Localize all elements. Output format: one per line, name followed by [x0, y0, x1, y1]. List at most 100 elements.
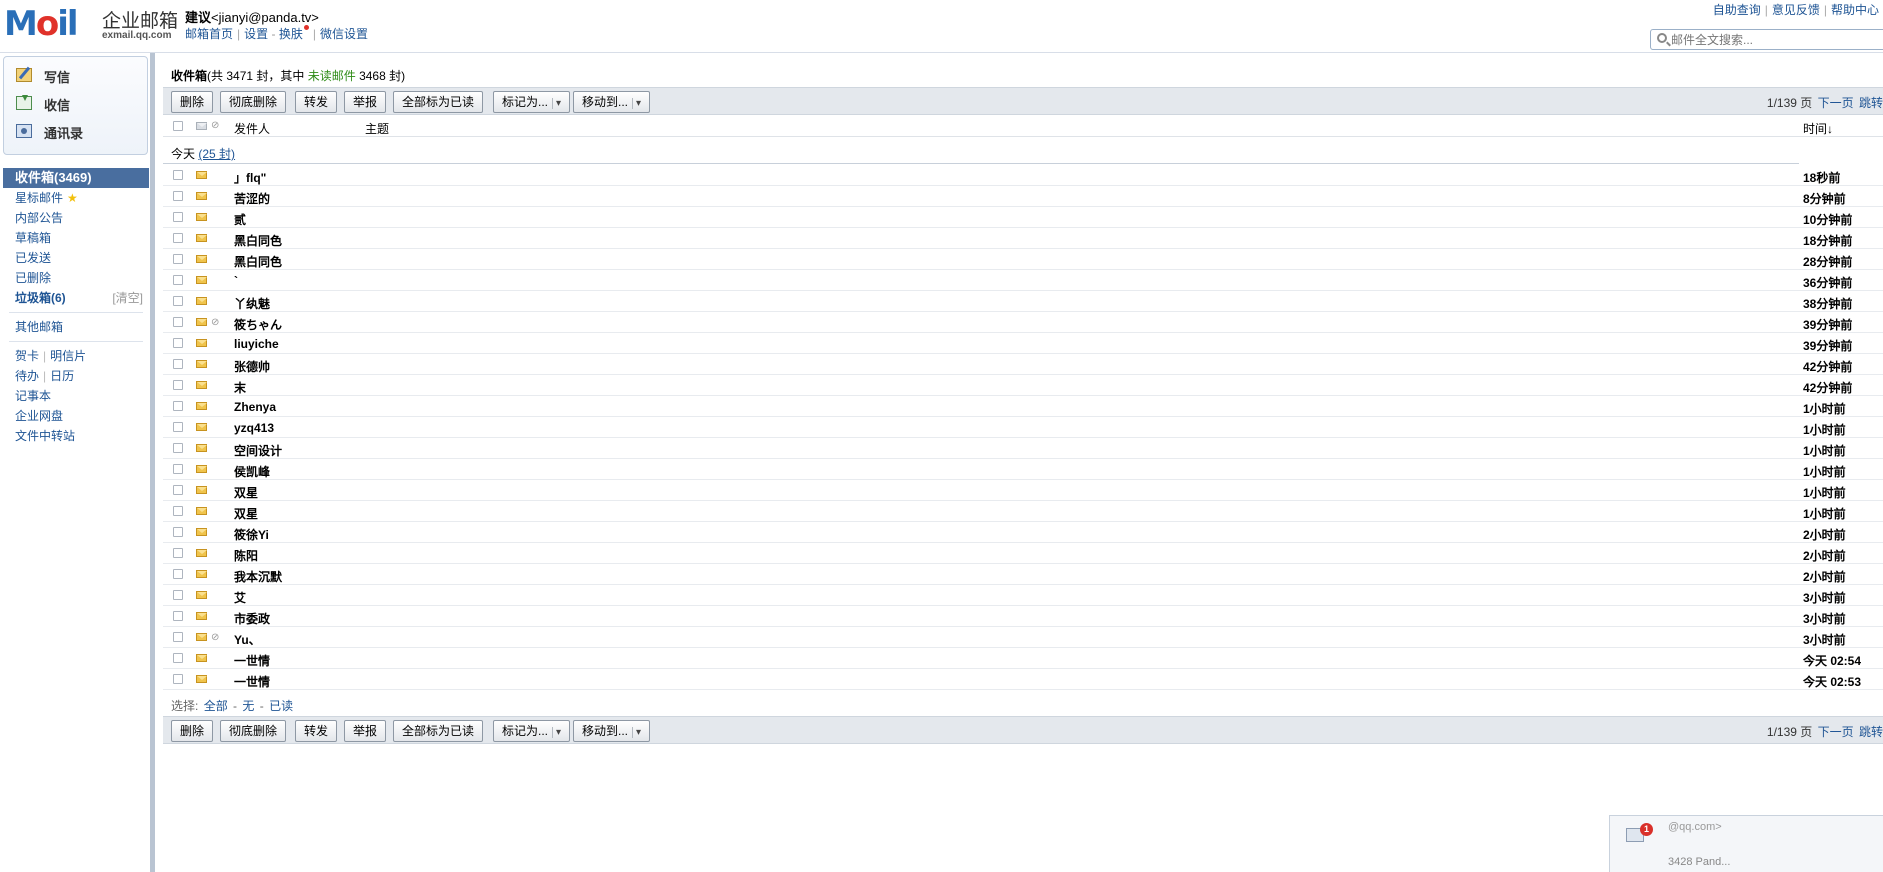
- table-row[interactable]: ⊘ Yu、 3小时前: [163, 627, 1883, 648]
- forward-button[interactable]: 转发: [295, 720, 338, 742]
- folder-other-mailbox[interactable]: 其他邮箱: [3, 317, 149, 337]
- row-checkbox[interactable]: [173, 317, 183, 327]
- row-sender[interactable]: 陈阳: [234, 547, 324, 564]
- table-row[interactable]: 一世情 今天 02:54: [163, 648, 1883, 669]
- row-checkbox[interactable]: [173, 632, 183, 642]
- row-sender[interactable]: 空间设计: [234, 442, 324, 459]
- delete-permanently-button[interactable]: 彻底删除: [220, 720, 287, 742]
- table-row[interactable]: Zhenya 1小时前: [163, 396, 1883, 417]
- table-row[interactable]: 我本沉默 2小时前: [163, 564, 1883, 585]
- delete-button[interactable]: 删除: [171, 91, 214, 113]
- link-postcard[interactable]: 明信片: [50, 349, 86, 363]
- link-wechat-settings[interactable]: 微信设置: [320, 27, 368, 41]
- table-row[interactable]: 双星 1小时前: [163, 480, 1883, 501]
- link-net-disk[interactable]: 企业网盘: [3, 406, 149, 426]
- row-checkbox[interactable]: [173, 674, 183, 684]
- row-sender[interactable]: 双星: [234, 505, 324, 522]
- link-file-transfer[interactable]: 文件中转站: [3, 426, 149, 446]
- link-settings[interactable]: 设置: [244, 27, 268, 41]
- next-page-link[interactable]: 下一页: [1818, 725, 1854, 739]
- row-checkbox[interactable]: [173, 506, 183, 516]
- folder-starred[interactable]: 星标邮件 ★: [3, 188, 149, 208]
- table-row[interactable]: 苦涩的 8分钟前: [163, 186, 1883, 207]
- group-count-link[interactable]: (25 封): [198, 147, 235, 161]
- row-sender[interactable]: 张德帅: [234, 358, 324, 375]
- folder-notice[interactable]: 内部公告: [3, 208, 149, 228]
- row-checkbox[interactable]: [173, 611, 183, 621]
- junk-clear-link[interactable]: [清空]: [112, 288, 143, 308]
- search-box[interactable]: [1650, 29, 1883, 50]
- table-row[interactable]: 陈阳 2小时前: [163, 543, 1883, 564]
- row-sender[interactable]: 艾: [234, 589, 324, 606]
- row-sender[interactable]: 」flq": [234, 169, 324, 186]
- table-row[interactable]: 」flq" 18秒前: [163, 165, 1883, 186]
- row-checkbox[interactable]: [173, 275, 183, 285]
- table-row[interactable]: 张德帅 42分钟前: [163, 354, 1883, 375]
- row-sender[interactable]: 侯凯峰: [234, 463, 324, 480]
- compose-button[interactable]: 写信: [14, 65, 134, 87]
- read-status-header-icon[interactable]: [196, 122, 207, 130]
- row-sender[interactable]: Zhenya: [234, 400, 324, 414]
- row-checkbox[interactable]: [173, 422, 183, 432]
- jump-page-link[interactable]: 跳转: [1859, 96, 1883, 110]
- row-sender[interactable]: `: [234, 274, 324, 288]
- col-subject[interactable]: 主题: [365, 120, 389, 137]
- select-read-link[interactable]: 已读: [269, 699, 293, 713]
- link-help[interactable]: 帮助中心: [1831, 3, 1879, 17]
- move-to-dropdown[interactable]: 移动到...: [573, 91, 651, 113]
- table-row[interactable]: 一世情 今天 02:53: [163, 669, 1883, 690]
- delete-button[interactable]: 删除: [171, 720, 214, 742]
- select-all-link[interactable]: 全部: [204, 699, 228, 713]
- table-row[interactable]: 黑白同色 28分钟前: [163, 249, 1883, 270]
- table-row[interactable]: 黑白同色 18分钟前: [163, 228, 1883, 249]
- row-sender[interactable]: yzq413: [234, 421, 324, 435]
- table-row[interactable]: 末 42分钟前: [163, 375, 1883, 396]
- forward-button[interactable]: 转发: [295, 91, 338, 113]
- row-checkbox[interactable]: [173, 170, 183, 180]
- contacts-button[interactable]: 通讯录: [14, 121, 134, 143]
- row-sender[interactable]: 贰: [234, 211, 324, 228]
- row-sender[interactable]: 末: [234, 379, 324, 396]
- table-row[interactable]: yzq413 1小时前: [163, 417, 1883, 438]
- folder-deleted[interactable]: 已删除: [3, 268, 149, 288]
- table-row[interactable]: ⊘ 筱ちゃん 39分钟前: [163, 312, 1883, 333]
- row-sender[interactable]: 一世情: [234, 652, 324, 669]
- row-checkbox[interactable]: [173, 548, 183, 558]
- row-sender[interactable]: 黑白同色: [234, 253, 324, 270]
- row-checkbox[interactable]: [173, 527, 183, 537]
- select-all-checkbox[interactable]: [173, 121, 183, 131]
- row-sender[interactable]: 筱ちゃん: [234, 316, 324, 333]
- row-checkbox[interactable]: [173, 653, 183, 663]
- link-todo[interactable]: 待办: [15, 369, 39, 383]
- folder-inbox[interactable]: 收件箱(3469): [3, 168, 149, 188]
- row-sender[interactable]: 一世情: [234, 673, 324, 690]
- search-icon[interactable]: [1657, 33, 1667, 43]
- report-button[interactable]: 举报: [344, 91, 387, 113]
- row-sender[interactable]: 苦涩的: [234, 190, 324, 207]
- mark-all-read-button[interactable]: 全部标为已读: [393, 91, 484, 113]
- table-row[interactable]: 双星 1小时前: [163, 501, 1883, 522]
- link-mail-home[interactable]: 邮箱首页: [185, 27, 233, 41]
- delete-permanently-button[interactable]: 彻底删除: [220, 91, 287, 113]
- row-sender[interactable]: 双星: [234, 484, 324, 501]
- row-sender[interactable]: Yu、: [234, 631, 324, 648]
- link-feedback[interactable]: 意见反馈: [1772, 3, 1820, 17]
- next-page-link[interactable]: 下一页: [1818, 96, 1854, 110]
- table-row[interactable]: ` 36分钟前: [163, 270, 1883, 291]
- link-self-query[interactable]: 自助查询: [1713, 3, 1761, 17]
- table-row[interactable]: 市委政 3小时前: [163, 606, 1883, 627]
- link-greeting-card[interactable]: 贺卡: [15, 349, 39, 363]
- table-row[interactable]: 贰 10分钟前: [163, 207, 1883, 228]
- logo[interactable]: Moil 企业邮箱 exmail.qq.com: [4, 2, 182, 46]
- table-row[interactable]: 侯凯峰 1小时前: [163, 459, 1883, 480]
- row-checkbox[interactable]: [173, 254, 183, 264]
- table-row[interactable]: 丫纨魅 38分钟前: [163, 291, 1883, 312]
- row-checkbox[interactable]: [173, 233, 183, 243]
- jump-page-link[interactable]: 跳转: [1859, 725, 1883, 739]
- attachment-header-icon[interactable]: ⊘: [211, 120, 219, 131]
- link-skin[interactable]: 换肤: [279, 27, 303, 41]
- receive-button[interactable]: 收信: [14, 93, 134, 115]
- folder-sent[interactable]: 已发送: [3, 248, 149, 268]
- row-checkbox[interactable]: [173, 212, 183, 222]
- mark-as-dropdown[interactable]: 标记为...: [493, 91, 571, 113]
